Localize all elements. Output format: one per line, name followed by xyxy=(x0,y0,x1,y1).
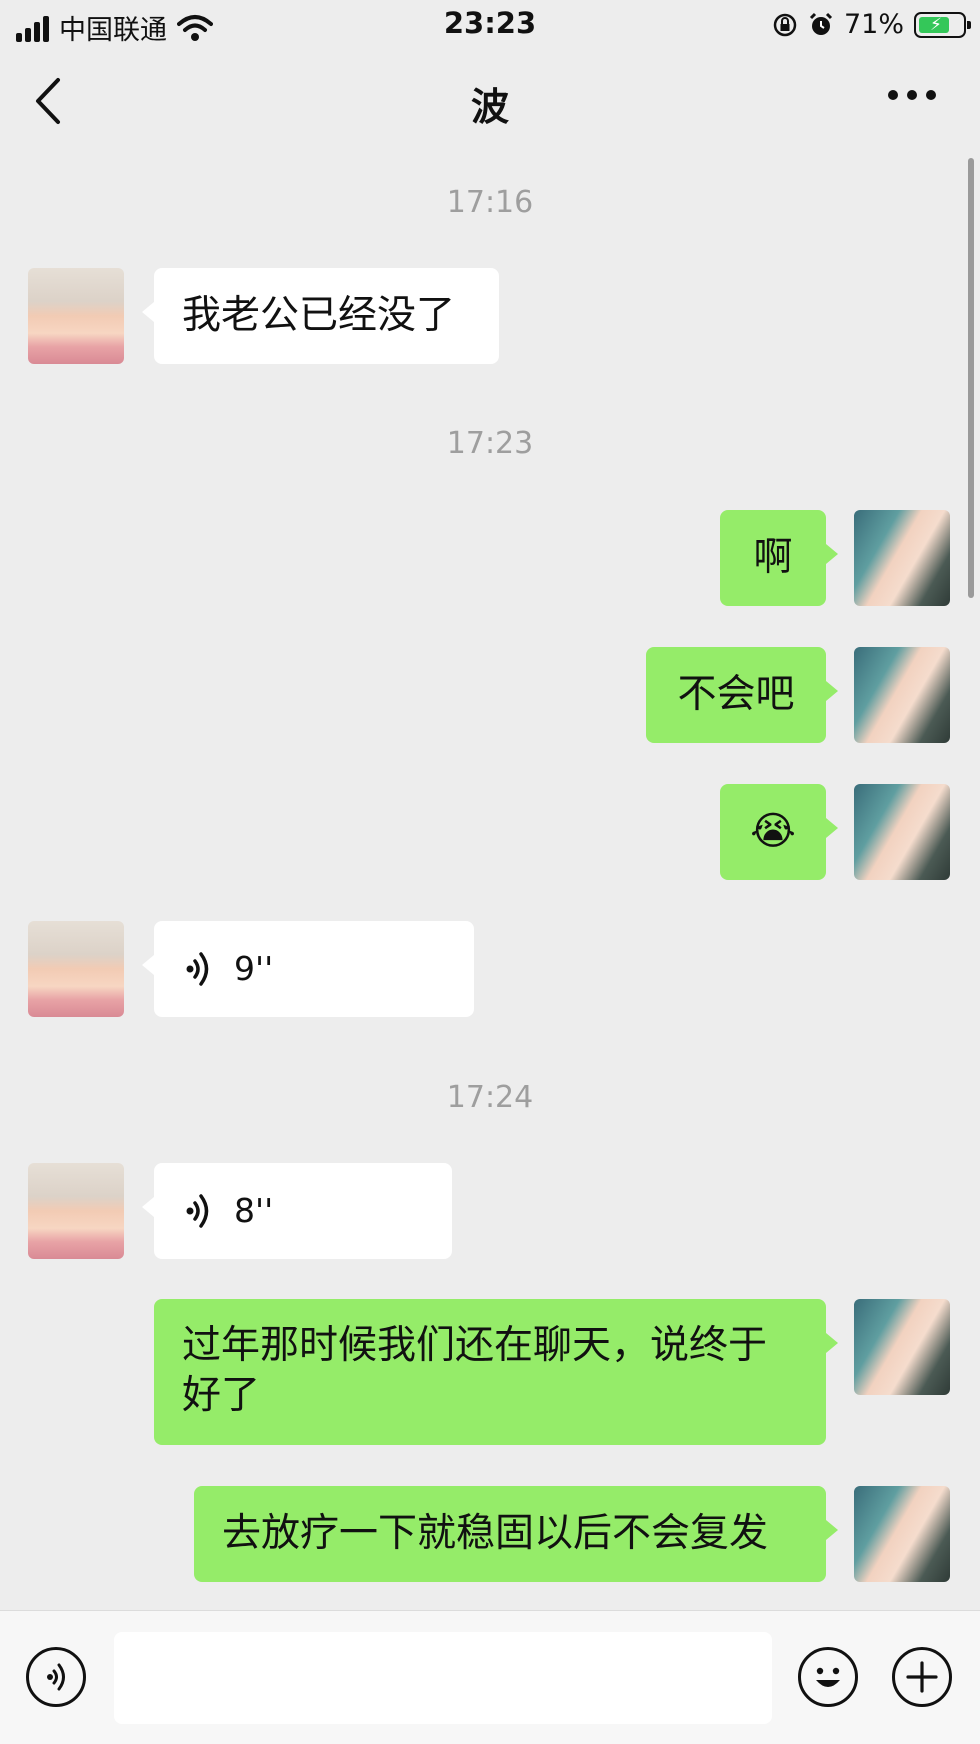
message-bubble-sent[interactable]: 过年那时候我们还在聊天，说终于好了 xyxy=(154,1299,838,1445)
voice-duration: 8'' xyxy=(234,1191,274,1230)
contact-avatar[interactable] xyxy=(28,1163,124,1259)
voice-input-button[interactable] xyxy=(26,1647,86,1707)
message-bubble-sent[interactable]: 😭 xyxy=(720,784,838,880)
more-options-button[interactable] xyxy=(888,90,936,100)
battery-icon: ⚡ xyxy=(914,11,971,38)
voice-icon xyxy=(47,1663,65,1691)
voice-wave-icon xyxy=(186,1194,209,1228)
voice-message-content: 9'' xyxy=(184,944,444,994)
voice-duration: 9'' xyxy=(234,949,274,988)
plus-icon xyxy=(906,1661,938,1693)
message-bubble-received[interactable]: 我老公已经没了 xyxy=(142,268,499,364)
more-dot xyxy=(907,90,917,100)
emoji-button[interactable] xyxy=(798,1647,858,1707)
chat-title: 波 xyxy=(470,85,509,129)
my-avatar[interactable] xyxy=(854,1486,950,1582)
status-bar: 中国联通 23:23 71% ⚡ xyxy=(0,0,980,50)
smiley-icon xyxy=(816,1667,840,1687)
voice-wave-icon xyxy=(186,952,209,986)
scrollbar[interactable] xyxy=(968,158,974,598)
more-dot xyxy=(926,90,936,100)
message-text: 过年那时候我们还在聊天，说终于好了 xyxy=(182,1323,768,1418)
more-dot xyxy=(888,90,898,100)
my-avatar[interactable] xyxy=(854,647,950,743)
message-text: 啊 xyxy=(753,535,793,580)
voice-message-received[interactable]: 8'' xyxy=(142,1163,452,1259)
crying-emoji-icon: 😭 xyxy=(750,809,796,854)
message-text: 不会吧 xyxy=(677,672,795,717)
message-bubble-sent[interactable]: 去放疗一下就稳固以后不会复发 xyxy=(194,1486,838,1582)
my-avatar[interactable] xyxy=(854,784,950,880)
message-bubble-sent[interactable]: 啊 xyxy=(720,510,838,606)
message-bubble-sent[interactable]: 不会吧 xyxy=(646,647,838,743)
my-avatar[interactable] xyxy=(854,1299,950,1395)
my-avatar[interactable] xyxy=(854,510,950,606)
message-input[interactable] xyxy=(114,1632,772,1724)
voice-message-received[interactable]: 9'' xyxy=(142,921,474,1017)
nav-bar: 波 xyxy=(0,50,980,150)
contact-avatar[interactable] xyxy=(28,268,124,364)
contact-avatar[interactable] xyxy=(28,921,124,1017)
input-bar xyxy=(0,1610,980,1744)
voice-message-content: 8'' xyxy=(184,1186,422,1236)
more-functions-button[interactable] xyxy=(892,1647,952,1707)
timestamp: 17:24 xyxy=(446,1080,534,1115)
alarm-icon xyxy=(809,12,833,35)
message-text: 我老公已经没了 xyxy=(182,293,456,338)
timestamp: 17:23 xyxy=(446,426,534,461)
message-text: 去放疗一下就稳固以后不会复发 xyxy=(222,1511,769,1556)
timestamp: 17:16 xyxy=(446,185,534,220)
status-right: 71% ⚡ xyxy=(772,9,971,40)
orientation-lock-icon xyxy=(773,13,797,36)
battery-percent: 71% xyxy=(843,9,904,40)
